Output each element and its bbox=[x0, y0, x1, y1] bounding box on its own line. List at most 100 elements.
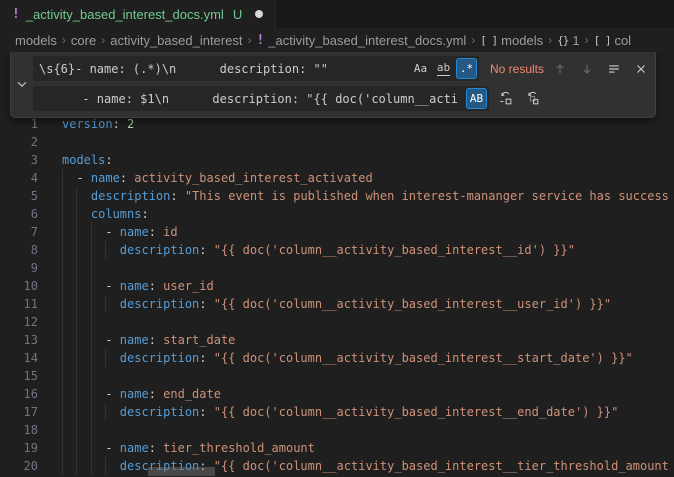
symbol-object-icon: {} bbox=[557, 34, 568, 47]
code-line-content: - name: start_date bbox=[62, 331, 674, 349]
tab-activity-based-interest-docs[interactable]: ! _activity_based_interest_docs.yml U bbox=[0, 0, 276, 28]
code-line-content bbox=[62, 367, 674, 385]
editor-area[interactable]: Aa ab .* No results bbox=[0, 52, 674, 477]
code-line: 12 bbox=[0, 313, 674, 331]
indent-guide bbox=[76, 367, 77, 385]
breadcrumb-label: models bbox=[15, 33, 57, 48]
find-in-selection-button[interactable] bbox=[603, 58, 625, 80]
modified-indicator-dot[interactable] bbox=[255, 10, 263, 18]
code-line: 6 columns: bbox=[0, 205, 674, 223]
code-line-content bbox=[62, 313, 674, 331]
code-line: 14 description: "{{ doc('column__activit… bbox=[0, 349, 674, 367]
chevron-down-icon bbox=[15, 77, 29, 91]
breadcrumb-separator-icon: › bbox=[548, 33, 552, 47]
code-line: 20 description: "{{ doc('column__activit… bbox=[0, 457, 674, 475]
breadcrumb-item-models[interactable]: models bbox=[15, 33, 57, 48]
symbol-array-icon: [ ] bbox=[480, 34, 497, 47]
previous-match-button[interactable] bbox=[549, 58, 571, 80]
code-line: 18 bbox=[0, 421, 674, 439]
code-line: 4 - name: activity_based_interest_activa… bbox=[0, 169, 674, 187]
tab-bar: ! _activity_based_interest_docs.yml U bbox=[0, 0, 674, 28]
replace-icon bbox=[498, 91, 513, 106]
line-number: 13 bbox=[0, 331, 38, 349]
code-line-content: models: bbox=[62, 151, 674, 169]
breadcrumb-item-models[interactable]: [ ]models bbox=[480, 33, 543, 48]
next-match-button[interactable] bbox=[576, 58, 598, 80]
code-line: 8 description: "{{ doc('column__activity… bbox=[0, 241, 674, 259]
breadcrumb-item-1[interactable]: {} 1 bbox=[557, 33, 579, 48]
code-line: 5 description: "This event is published … bbox=[0, 187, 674, 205]
code-line-content: description: "This event is published wh… bbox=[62, 187, 674, 205]
replace-all-button[interactable] bbox=[521, 88, 543, 110]
line-number: 17 bbox=[0, 403, 38, 421]
horizontal-scrollbar-thumb[interactable] bbox=[148, 467, 215, 476]
line-number: 19 bbox=[0, 439, 38, 457]
yaml-file-icon: ! bbox=[12, 7, 20, 22]
line-number: 15 bbox=[0, 367, 38, 385]
regex-toggle[interactable]: .* bbox=[456, 58, 477, 79]
code-line-content: description: "{{ doc('column__activity_b… bbox=[62, 403, 674, 421]
line-number: 8 bbox=[0, 241, 38, 259]
symbol-array-icon: [ ] bbox=[594, 34, 611, 47]
indent-guide bbox=[76, 259, 77, 277]
find-replace-widget: Aa ab .* No results bbox=[10, 52, 656, 118]
breadcrumb-label: _activity_based_interest_docs.yml bbox=[268, 33, 466, 48]
breadcrumb-item-core[interactable]: core bbox=[71, 33, 96, 48]
indent-guide bbox=[62, 313, 63, 331]
breadcrumb-separator-icon: › bbox=[471, 33, 475, 47]
line-number: 10 bbox=[0, 277, 38, 295]
line-number: 14 bbox=[0, 349, 38, 367]
find-results-status: No results bbox=[490, 62, 544, 76]
code-line-content bbox=[62, 133, 674, 151]
line-number: 16 bbox=[0, 385, 38, 403]
code-line: 19 - name: tier_threshold_amount bbox=[0, 439, 674, 457]
line-number: 12 bbox=[0, 313, 38, 331]
line-number: 6 bbox=[0, 205, 38, 223]
yaml-file-icon: ! bbox=[256, 33, 264, 48]
breadcrumb-item-_activity_based_interest_docs.yml[interactable]: ! _activity_based_interest_docs.yml bbox=[256, 33, 466, 48]
indent-guide bbox=[91, 313, 92, 331]
whole-word-toggle[interactable]: ab bbox=[433, 58, 454, 79]
find-input-box: Aa ab .* bbox=[33, 56, 479, 81]
code-line-content: - name: activity_based_interest_activate… bbox=[62, 169, 674, 187]
breadcrumb-separator-icon: › bbox=[101, 33, 105, 47]
tab-filename: _activity_based_interest_docs.yml bbox=[26, 7, 224, 22]
indent-guide bbox=[62, 259, 63, 277]
indent-guide bbox=[62, 421, 63, 439]
replace-button[interactable] bbox=[494, 88, 516, 110]
indent-guide bbox=[76, 313, 77, 331]
match-case-toggle[interactable]: Aa bbox=[410, 58, 431, 79]
replace-all-icon bbox=[525, 91, 540, 106]
line-number: 2 bbox=[0, 133, 38, 151]
breadcrumb-label: activity_based_interest bbox=[110, 33, 242, 48]
toggle-replace-button[interactable] bbox=[11, 56, 33, 111]
replace-input[interactable] bbox=[33, 86, 464, 111]
code-line-content: description: "{{ doc('column__activity_b… bbox=[62, 349, 674, 367]
code-line: 17 description: "{{ doc('column__activit… bbox=[0, 403, 674, 421]
selection-lines-icon bbox=[607, 62, 621, 76]
breadcrumb-label: col bbox=[614, 33, 631, 48]
code-line-content: description: "{{ doc('column__activity_b… bbox=[62, 295, 674, 313]
breadcrumb-label: 1 bbox=[572, 33, 579, 48]
code-line: 15 bbox=[0, 367, 674, 385]
code-line: 7 - name: id bbox=[0, 223, 674, 241]
find-input[interactable] bbox=[33, 56, 408, 81]
line-number: 5 bbox=[0, 187, 38, 205]
code-line: 16 - name: end_date bbox=[0, 385, 674, 403]
code-line-content: - name: user_id bbox=[62, 277, 674, 295]
code-line-content bbox=[62, 259, 674, 277]
code-line-content: description: "{{ doc('column__activity_b… bbox=[62, 241, 674, 259]
code-line-content: - name: tier_threshold_amount bbox=[62, 439, 674, 457]
arrow-down-icon bbox=[580, 62, 594, 76]
breadcrumb-item-col[interactable]: [ ]col bbox=[594, 33, 632, 48]
indent-guide bbox=[76, 421, 77, 439]
git-status-badge: U bbox=[233, 7, 242, 22]
code-line-content: - name: end_date bbox=[62, 385, 674, 403]
close-find-widget-button[interactable] bbox=[630, 58, 652, 80]
preserve-case-toggle[interactable]: AB bbox=[466, 88, 487, 109]
code-line: 10 - name: user_id bbox=[0, 277, 674, 295]
breadcrumb-item-activity_based_interest[interactable]: activity_based_interest bbox=[110, 33, 242, 48]
breadcrumb: models › core › activity_based_interest ›! _ac… bbox=[0, 28, 674, 52]
indent-guide bbox=[62, 367, 63, 385]
indent-guide bbox=[91, 367, 92, 385]
